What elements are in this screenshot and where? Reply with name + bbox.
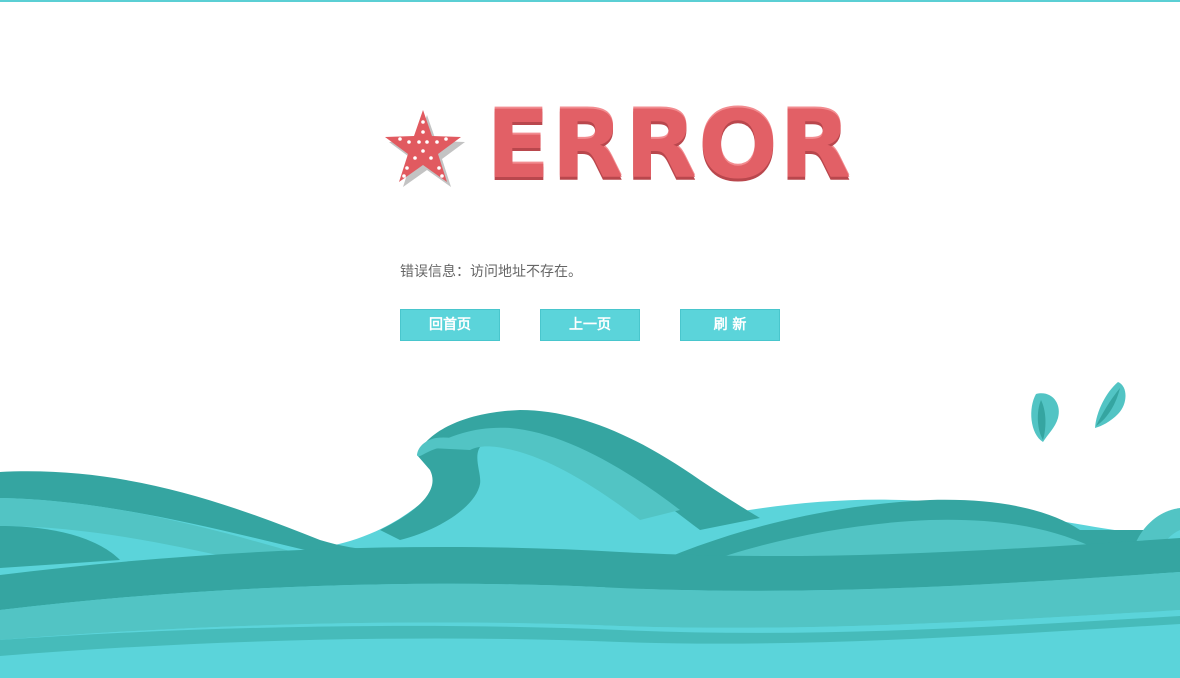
error-heading: ERROR [486,91,853,200]
ocean-waves-illustration [0,382,1180,678]
back-button[interactable]: 上一页 [540,309,640,341]
water-droplet-icon [1095,382,1126,428]
water-droplet-icon [1031,393,1059,442]
top-accent-line [0,0,1180,2]
error-detail: 访问地址不存在。 [470,264,582,280]
error-hero: ERROR [380,96,851,196]
error-message: 错误信息：访问地址不存在。 [400,261,582,283]
refresh-button[interactable]: 刷 新 [680,309,780,341]
error-label: 错误信息 [400,264,456,280]
home-button[interactable]: 回首页 [400,309,500,341]
starfish-icon [385,110,465,187]
error-separator: ： [456,264,470,280]
